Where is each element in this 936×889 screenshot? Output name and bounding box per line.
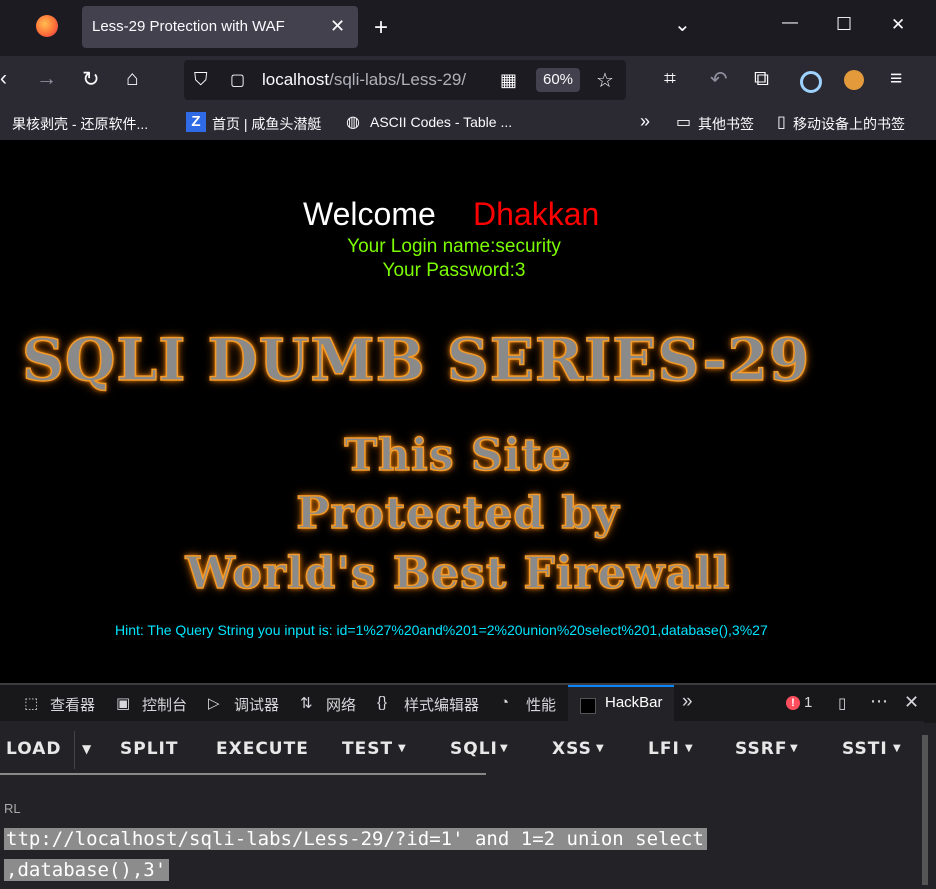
network-icon: ⇅ [300,695,313,712]
more-tabs-icon[interactable]: » [682,691,693,713]
inspector-icon: ⬚ [24,695,39,712]
home-icon[interactable]: ⌂ [126,67,139,91]
load-dropdown-icon[interactable]: ▼ [82,742,92,756]
toolbar-divider [74,731,75,769]
sqli-menu[interactable]: SQLI [450,739,498,759]
ssti-menu[interactable]: SSTI [842,739,888,759]
firewall-banner-line: This Site [344,429,572,482]
reload-icon[interactable]: ↻ [82,67,100,92]
profile-icon[interactable] [800,71,822,93]
crop-icon[interactable]: ⌗ [664,67,676,91]
error-count[interactable]: 1 [804,694,812,711]
lfi-menu[interactable]: LFI [648,739,680,759]
tab-title: Less-29 Protection with WAF [92,18,285,35]
tab-style-editor[interactable]: 样式编辑器 [404,694,479,715]
chevron-right-icon[interactable]: » [640,111,650,132]
password-text: Your Password:3 [382,260,526,281]
mobile-icon: ▯ [777,114,786,131]
fox-extension-icon[interactable] [844,70,864,90]
ssrf-menu[interactable]: SSRF [735,739,787,759]
login-name: Your Login name:security [347,236,561,257]
minimize-button[interactable]: — [782,14,798,32]
chevron-down-icon: ▼ [893,743,902,754]
firewall-banner-line: World's Best Firewall [185,547,731,600]
firewall-banner-line: Protected by [296,487,620,540]
tab-performance[interactable]: 性能 [526,694,556,715]
bookmark-folder[interactable]: 其他书签 [698,114,754,134]
split-button[interactable]: SPLIT [120,739,178,759]
qr-code-icon[interactable]: ▦ [500,70,517,91]
dock-icon[interactable]: ▯ [838,694,846,712]
more-options-icon[interactable]: ⋯ [870,691,888,712]
bookmark-item[interactable]: 首页 | 咸鱼头潜艇 [212,114,321,134]
bookmarks-bar: 果核剥壳 - 还原软件... Z 首页 | 咸鱼头潜艇 ◍ ASCII Code… [0,106,936,140]
url-text[interactable]: localhost/sqli-labs/Less-29/ [262,70,466,90]
tab-inspector[interactable]: 查看器 [50,694,95,715]
extensions-icon[interactable]: ⧉ [754,67,769,91]
globe-icon: ◍ [346,114,360,131]
url-input-line[interactable]: ,database(),3' [4,859,170,881]
new-tab-button[interactable]: + [374,14,388,42]
console-icon: ▣ [116,695,131,712]
chevron-down-icon: ▼ [500,743,509,754]
bookmark-item[interactable]: 果核剥壳 - 还原软件... [12,114,148,134]
firefox-icon [36,15,58,37]
hackbar-toolbar: LOAD ▼ SPLIT EXECUTE TEST ▼ SQLI ▼ XSS ▼… [0,721,924,779]
welcome-name: Dhakkan [473,196,600,232]
undo-icon[interactable]: ↶ [710,67,728,92]
devtools-panel: ⬚ 查看器 ▣ 控制台 ▷ 调试器 ⇅ 网络 {} 样式编辑器 ◔ 性能 Hac… [0,683,936,889]
scrollbar[interactable] [922,735,928,885]
performance-icon: ◔ [500,694,510,711]
chevron-down-icon: ▼ [596,743,605,754]
tab-hackbar[interactable]: HackBar [605,694,663,711]
toolbar-scroll-indicator[interactable] [0,773,486,775]
tab-close-icon[interactable]: ✕ [330,16,345,37]
load-button[interactable]: LOAD [6,739,62,759]
error-icon[interactable]: ! [786,696,800,710]
series-title-banner: SQLI DUMB SERIES-29 [21,325,811,395]
execute-button[interactable]: EXECUTE [216,739,309,759]
test-menu[interactable]: TEST [342,739,393,759]
navigation-toolbar: ‹ → ↻ ⌂ ⛉ ▢ localhost/sqli-labs/Less-29/… [0,56,936,106]
menu-icon[interactable]: ≡ [890,67,902,91]
hackbar-icon [580,698,596,714]
zoom-level[interactable]: 60% [536,68,580,92]
back-icon[interactable]: ‹ [0,67,7,91]
debugger-icon: ▷ [208,695,220,712]
page-info-icon[interactable]: ▢ [230,70,245,90]
browser-tab[interactable]: Less-29 Protection with WAF ✕ [82,6,358,48]
list-all-tabs-icon[interactable]: ⌄ [674,12,691,37]
bookmark-star-icon[interactable]: ☆ [596,68,614,93]
bookmark-folder[interactable]: 移动设备上的书签 [793,114,905,134]
url-bar[interactable]: ⛉ ▢ localhost/sqli-labs/Less-29/ ▦ 60% ☆ [184,60,626,100]
close-devtools-icon[interactable]: ✕ [904,692,919,713]
forward-icon[interactable]: → [36,67,57,91]
folder-icon: ▭ [676,114,692,131]
tab-network[interactable]: 网络 [326,694,356,715]
bookmark-item[interactable]: ASCII Codes - Table ... [370,114,512,130]
query-hint: Hint: The Query String you input is: id=… [115,622,768,638]
page-content: Welcome Dhakkan Your Login name:security… [4,140,930,683]
tab-strip: Less-29 Protection with WAF ✕ + ⌄ — ☐ ✕ [0,0,936,56]
maximize-button[interactable]: ☐ [836,14,852,35]
url-input-line[interactable]: ttp://localhost/sqli-labs/Less-29/?id=1'… [4,828,707,850]
close-window-button[interactable]: ✕ [891,15,905,35]
devtools-tab-bar: ⬚ 查看器 ▣ 控制台 ▷ 调试器 ⇅ 网络 {} 样式编辑器 ◔ 性能 Hac… [0,683,936,725]
shield-icon[interactable]: ⛉ [194,69,208,90]
url-label: RL [4,801,21,816]
xss-menu[interactable]: XSS [552,739,592,759]
chevron-down-icon: ▼ [790,743,799,754]
z-site-icon: Z [186,112,206,132]
tab-debugger[interactable]: 调试器 [234,694,279,715]
welcome-text: Welcome [303,196,436,232]
tab-console[interactable]: 控制台 [142,694,187,715]
chevron-down-icon: ▼ [398,743,407,754]
style-editor-icon: {} [377,694,388,711]
chevron-down-icon: ▼ [685,743,694,754]
